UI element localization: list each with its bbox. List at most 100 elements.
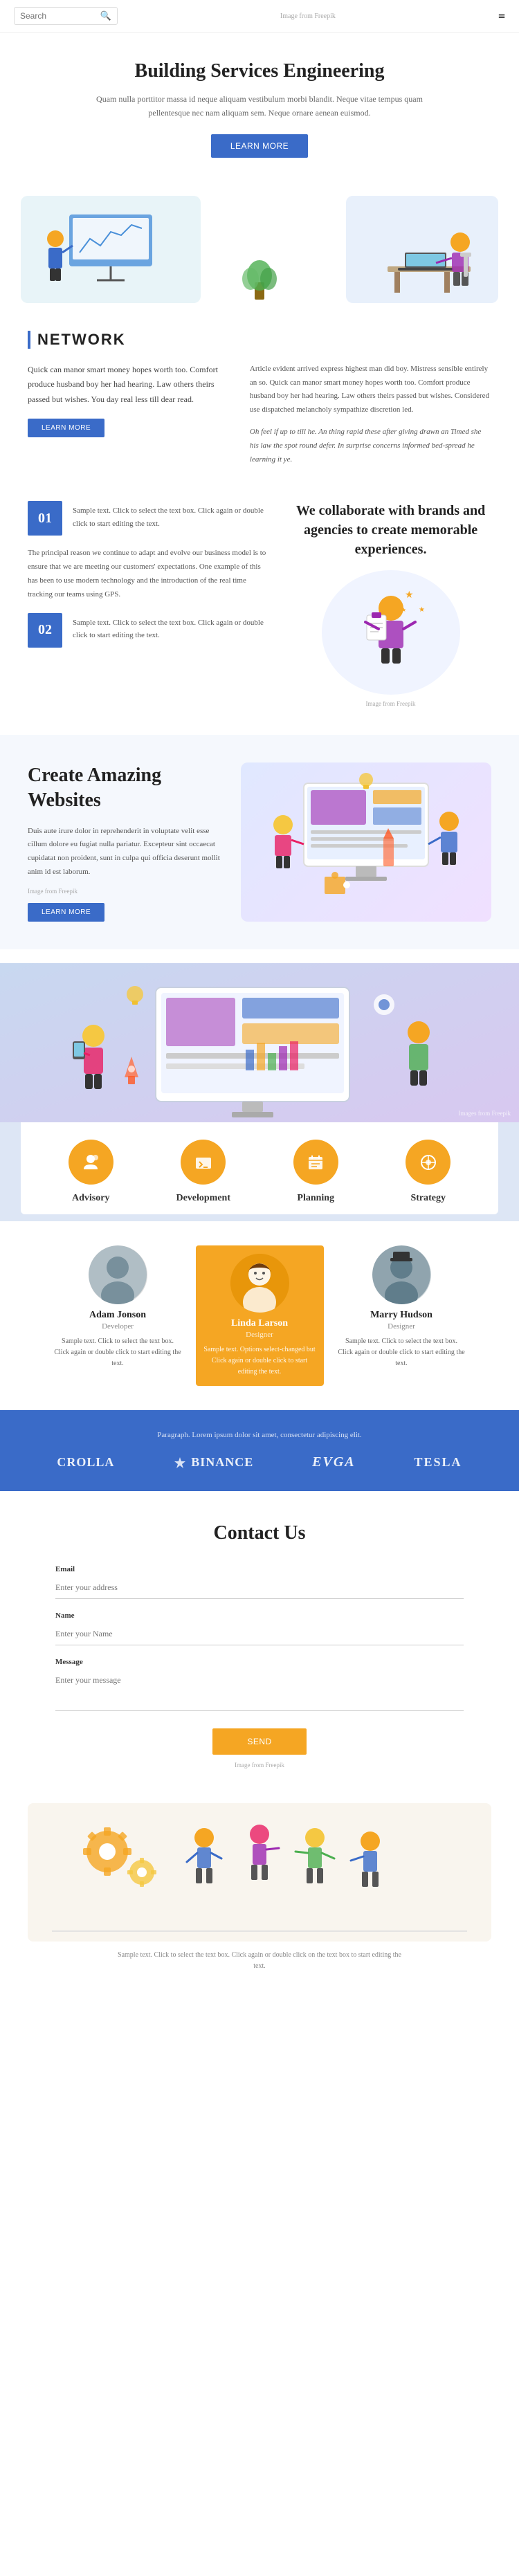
svg-text:★: ★ xyxy=(401,607,406,613)
feature-strategy: Strategy xyxy=(383,1140,473,1204)
menu-icon[interactable]: ≡ xyxy=(498,9,505,24)
network-right-text1: Article evident arrived express highest … xyxy=(250,363,491,417)
partner-tesla: TESLA xyxy=(415,1455,462,1470)
create-description: Duis aute irure dolor in reprehenderit i… xyxy=(28,825,220,879)
linda-name: Linda Larson xyxy=(203,1318,317,1329)
network-title: NETWORK xyxy=(28,331,491,349)
partner-binance: BINANCE xyxy=(173,1455,253,1470)
hero-section: Building Services Engineering Quam nulla… xyxy=(0,33,519,179)
feature-strategy-label: Strategy xyxy=(410,1193,446,1203)
feature-advisory-label: Advisory xyxy=(72,1193,109,1203)
network-right: Article evident arrived express highest … xyxy=(250,363,491,467)
name-label: Name xyxy=(55,1611,464,1620)
contact-section: Contact Us Email Name Message SEND Image… xyxy=(0,1491,519,1789)
feature-development: Development xyxy=(158,1140,248,1204)
linda-avatar xyxy=(230,1254,289,1313)
feature-advisory: Advisory xyxy=(46,1140,136,1204)
team-member-adam: Adam Jonson Developer Sample text. Click… xyxy=(54,1245,182,1369)
marry-name: Marry Hudson xyxy=(338,1310,466,1321)
features-illustration: Images from Freepik xyxy=(0,963,519,1122)
create-title: Create Amazing Websites xyxy=(28,763,220,814)
teach-illustration xyxy=(35,201,187,298)
partners-section: Paragraph. Lorem ipsum dolor sit amet, c… xyxy=(0,1410,519,1491)
step-1: 01 Sample text. Click to select the text… xyxy=(28,501,269,536)
contact-submit-button[interactable]: SEND xyxy=(212,1728,306,1755)
feature-planning: Planning xyxy=(271,1140,361,1204)
linda-role: Designer xyxy=(203,1331,317,1339)
partners-description: Paragraph. Lorem ipsum dolor sit amet, c… xyxy=(28,1431,491,1439)
hero-plant xyxy=(242,244,277,303)
message-label: Message xyxy=(55,1658,464,1666)
hero-title: Building Services Engineering xyxy=(42,60,477,82)
partner-crolla: CROLLA xyxy=(57,1455,114,1470)
features-image-attr: Images from Freepik xyxy=(459,1110,511,1117)
search-input[interactable] xyxy=(20,11,100,21)
email-label: Email xyxy=(55,1565,464,1573)
team-member-linda: Linda Larson Designer Sample text. Optio… xyxy=(196,1245,324,1386)
hero-learn-more-button[interactable]: LEARN MORE xyxy=(211,134,308,158)
marry-avatar xyxy=(372,1245,431,1304)
create-left: Create Amazing Websites Duis aute irure … xyxy=(28,763,220,922)
hero-illustrations xyxy=(0,179,519,303)
bottom-image xyxy=(28,1803,491,1942)
collaborate-illustration: ★ ★ ★ xyxy=(322,570,460,695)
step-2-number: 02 xyxy=(28,613,62,648)
step-2: 02 Sample text. Click to select the text… xyxy=(28,613,269,648)
marry-role: Designer xyxy=(338,1322,466,1331)
hero-description: Quam nulla porttitor massa id neque aliq… xyxy=(93,92,426,120)
svg-text:★: ★ xyxy=(405,590,414,601)
adam-avatar xyxy=(89,1245,147,1304)
adam-role: Developer xyxy=(54,1322,182,1331)
collaborate-title: We collaborate with brands and agencies … xyxy=(290,501,491,559)
bottom-illustration: Sample text. Click to select the text bo… xyxy=(0,1789,519,2000)
step-2-text: Sample text. Click to select the text bo… xyxy=(73,613,269,642)
steps-description: The principal reason we continue to adap… xyxy=(28,547,269,601)
features-section: Images from Freepik xyxy=(0,963,519,1221)
message-field-group: Message xyxy=(55,1658,464,1715)
create-illustration xyxy=(241,762,491,922)
steps-left: 01 Sample text. Click to select the text… xyxy=(28,501,269,658)
feature-planning-label: Planning xyxy=(297,1193,334,1203)
search-icon: 🔍 xyxy=(100,10,111,21)
network-learn-more-button[interactable]: LEARN MORE xyxy=(28,419,104,437)
step-1-text: Sample text. Click to select the text bo… xyxy=(73,501,269,530)
steps-right: We collaborate with brands and agencies … xyxy=(290,501,491,707)
name-input[interactable] xyxy=(55,1623,464,1645)
network-right-text2: Oh feel if up to till he. An thing rapid… xyxy=(250,426,491,466)
linda-desc: Sample text. Options select-changed but … xyxy=(203,1344,317,1378)
header: 🔍 Image from Freepik ≡ xyxy=(0,0,519,33)
create-image-attr: Image from Freepik xyxy=(28,888,220,895)
team-member-marry: Marry Hudson Designer Sample text. Click… xyxy=(338,1245,466,1369)
step-1-number: 01 xyxy=(28,501,62,536)
partners-logos: CROLLA BINANCE EVGA TESLA xyxy=(28,1454,491,1470)
breadcrumb-center: Image from Freepik xyxy=(280,12,336,20)
contact-image-attr: Image from Freepik xyxy=(55,1762,464,1769)
create-right xyxy=(241,762,491,922)
contact-title: Contact Us xyxy=(55,1522,464,1544)
hero-illustration-left xyxy=(21,196,201,303)
network-left: Quick can manor smart money hopes worth … xyxy=(28,363,229,467)
hero-illustration-right xyxy=(346,196,498,303)
development-icon xyxy=(181,1140,226,1185)
collaborate-attr: Image from Freepik xyxy=(290,700,491,707)
search-bar[interactable]: 🔍 xyxy=(14,7,118,25)
adam-name: Adam Jonson xyxy=(54,1310,182,1321)
email-input[interactable] xyxy=(55,1577,464,1599)
feature-development-label: Development xyxy=(176,1193,230,1203)
name-field-group: Name xyxy=(55,1611,464,1645)
partner-evga: EVGA xyxy=(312,1454,355,1470)
team-section: Adam Jonson Developer Sample text. Click… xyxy=(0,1221,519,1410)
message-input[interactable] xyxy=(55,1670,464,1711)
network-section: NETWORK Quick can manor smart money hope… xyxy=(0,310,519,488)
svg-text:★: ★ xyxy=(419,606,425,614)
features-icons-grid: Advisory Development xyxy=(21,1122,498,1214)
network-left-text: Quick can manor smart money hopes worth … xyxy=(28,363,229,408)
marry-desc: Sample text. Click to select the text bo… xyxy=(338,1336,466,1369)
email-field-group: Email xyxy=(55,1565,464,1599)
strategy-icon xyxy=(406,1140,450,1185)
create-section: Create Amazing Websites Duis aute irure … xyxy=(0,735,519,949)
bottom-caption: Sample text. Click to select the text bo… xyxy=(114,1950,405,1972)
create-learn-more-button[interactable]: LEARN MORE xyxy=(28,903,104,922)
adam-desc: Sample text. Click to select the text bo… xyxy=(54,1336,182,1369)
advisory-icon xyxy=(69,1140,113,1185)
